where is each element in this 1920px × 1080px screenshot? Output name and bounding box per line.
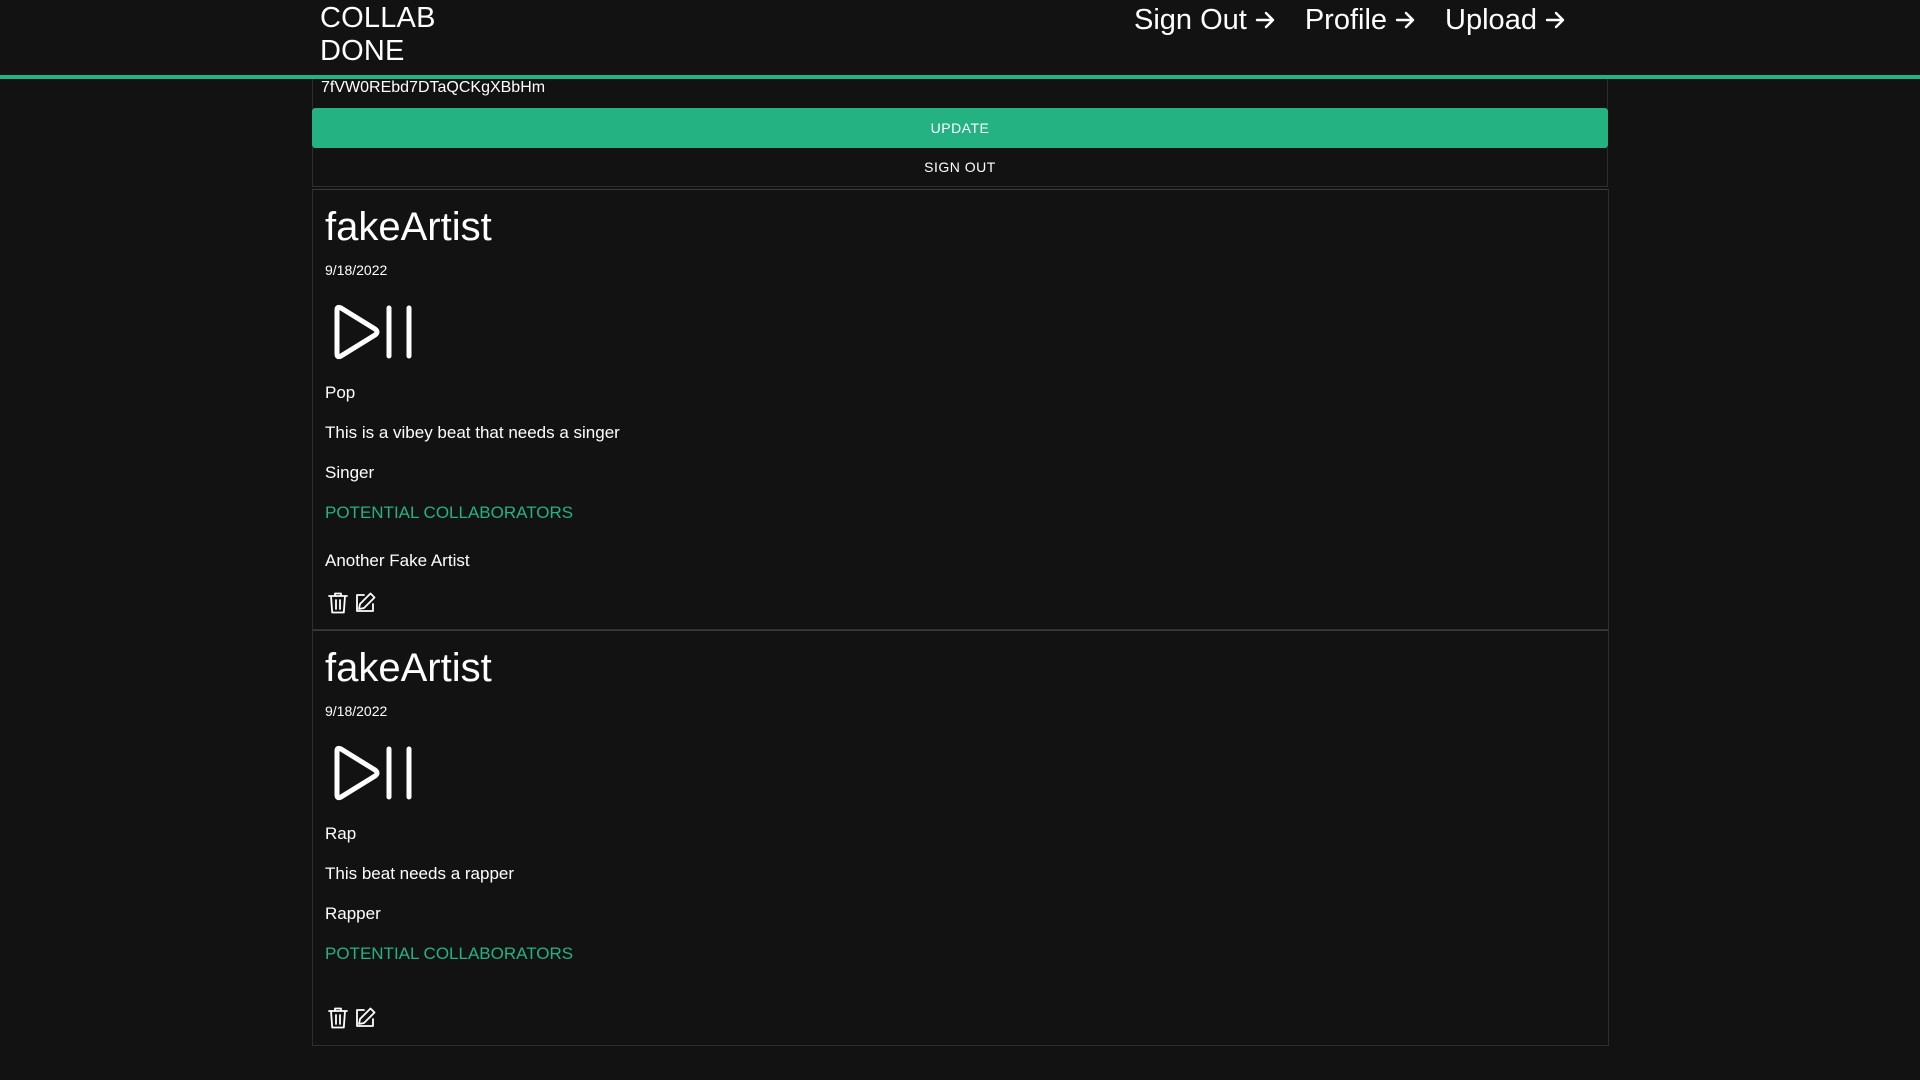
post-date: 9/18/2022: [325, 703, 388, 719]
post-looking-for: Singer: [325, 463, 375, 482]
post-actions: [327, 1006, 377, 1030]
trash-icon[interactable]: [327, 591, 349, 615]
nav-upload-label: Upload: [1445, 3, 1537, 36]
potential-collaborators-link[interactable]: POTENTIAL COLLABORATORS: [325, 944, 573, 964]
post-description: This beat needs a rapper: [325, 864, 515, 883]
nav-links: Sign Out Profile Upload: [1134, 0, 1595, 40]
brand-line-1: COLLAB: [320, 2, 436, 34]
play-pause-icon[interactable]: [331, 743, 421, 808]
post-looking-for: Rapper: [325, 904, 381, 923]
nav-sign-out-link[interactable]: Sign Out: [1134, 4, 1277, 37]
post-genre: Pop: [325, 383, 356, 402]
post-genre: Rap: [325, 824, 357, 843]
arrow-right-icon: [1395, 11, 1415, 29]
update-button[interactable]: UPDATE: [312, 108, 1608, 148]
edit-icon[interactable]: [353, 1006, 377, 1030]
arrow-right-icon: [1255, 11, 1275, 29]
play-pause-icon[interactable]: [331, 302, 421, 367]
post-description: This is a vibey beat that needs a singer: [325, 423, 620, 442]
profile-container: 7fVW0REbd7DTaQCKgXBbHm UPDATE SIGN OUT f…: [312, 79, 1609, 1046]
nav-upload-link[interactable]: Upload: [1445, 4, 1567, 37]
sign-out-button[interactable]: SIGN OUT: [312, 148, 1608, 187]
post-date: 9/18/2022: [325, 262, 388, 278]
post-card: fakeArtist 9/18/2022 Pop This is a vibey…: [312, 189, 1609, 630]
nav-profile-link[interactable]: Profile: [1305, 4, 1417, 37]
arrow-right-icon: [1545, 11, 1565, 29]
brand-logo[interactable]: COLLAB DONE: [320, 2, 436, 68]
collaborator-name: Another Fake Artist: [325, 551, 470, 570]
post-artist-name: fakeArtist: [325, 205, 492, 249]
top-navbar: COLLAB DONE Sign Out Profile Upload: [0, 0, 1920, 79]
potential-collaborators-link[interactable]: POTENTIAL COLLABORATORS: [325, 503, 573, 523]
brand-line-2: DONE: [320, 35, 405, 67]
edit-icon[interactable]: [353, 591, 377, 615]
nav-sign-out-label: Sign Out: [1134, 3, 1247, 36]
post-card: fakeArtist 9/18/2022 Rap This beat needs…: [312, 630, 1609, 1046]
post-actions: [327, 591, 377, 615]
nav-profile-label: Profile: [1304, 3, 1388, 36]
post-artist-name: fakeArtist: [325, 646, 492, 690]
user-id-text: 7fVW0REbd7DTaQCKgXBbHm: [312, 79, 1608, 108]
trash-icon[interactable]: [327, 1006, 349, 1030]
